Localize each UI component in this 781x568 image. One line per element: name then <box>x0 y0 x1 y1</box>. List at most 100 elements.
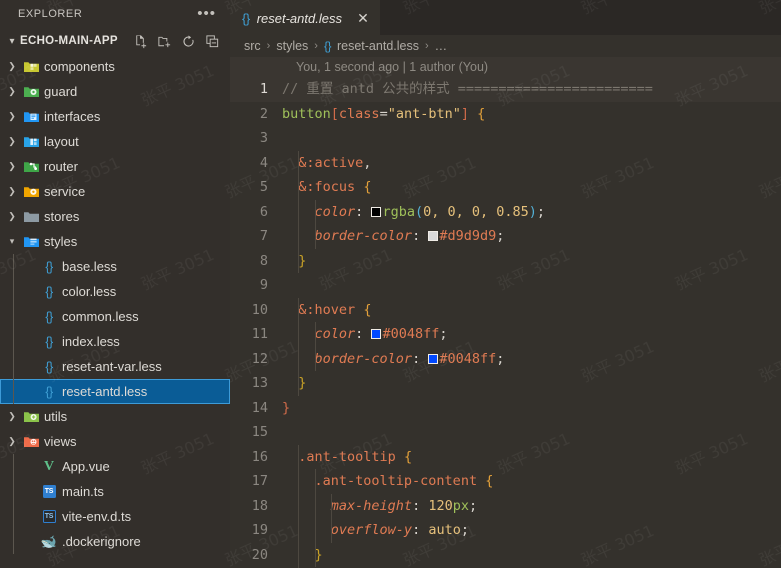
file-tree[interactable]: ❯ components ❯ guard ❯ interfaces ❯ layout ❯ rout… <box>0 54 230 568</box>
refresh-icon[interactable] <box>181 34 196 49</box>
tree-item-common-less[interactable]: {} common.less <box>0 304 230 329</box>
tree-item-reset-antd-less[interactable]: {} reset-antd.less <box>0 379 230 404</box>
tree-item-app-vue[interactable]: V App.vue <box>0 454 230 479</box>
code-line-11[interactable]: 11 color: #0048ff; <box>230 322 781 347</box>
code-line-16[interactable]: 16 .ant-tooltip { <box>230 444 781 469</box>
tree-item-base-less[interactable]: {} base.less <box>0 254 230 279</box>
indent-guide <box>314 346 316 371</box>
editor-tabbar: {} reset-antd.less ✕ <box>230 0 781 35</box>
tab-reset-antd-less[interactable]: {} reset-antd.less ✕ <box>230 0 380 35</box>
chevron-right-icon[interactable]: ❯ <box>4 86 20 97</box>
code-line-text: border-color: #d9d9d9; <box>282 224 781 249</box>
code-line-4[interactable]: 4 &:active, <box>230 150 781 175</box>
chevron-right-icon[interactable]: ❯ <box>4 136 20 147</box>
tab-label: reset-antd.less <box>256 10 342 26</box>
code-line-8[interactable]: 8 } <box>230 248 781 273</box>
tree-item-utils[interactable]: ❯ utils <box>0 404 230 429</box>
tree-item-label: vite-env.d.ts <box>62 509 132 524</box>
indent-guide <box>330 518 332 543</box>
code-line-text: color: rgba(0, 0, 0, 0.85); <box>282 199 781 224</box>
breadcrumb-item-symbols[interactable]: … <box>435 39 448 53</box>
less-file-icon: {} <box>323 39 332 53</box>
code-line-7[interactable]: 7 border-color: #d9d9d9; <box>230 224 781 249</box>
tree-item-reset-ant-var-less[interactable]: {} reset-ant-var.less <box>0 354 230 379</box>
chevron-right-icon[interactable]: ❯ <box>4 211 20 222</box>
line-number: 18 <box>251 497 268 514</box>
breadcrumb-item-styles[interactable]: styles <box>276 39 308 53</box>
tree-item-stores[interactable]: ❯ stores <box>0 204 230 229</box>
folder-interfaces-icon <box>20 110 42 124</box>
tree-item-label: components <box>44 59 115 74</box>
docker-file-icon: 🐋 <box>40 533 58 549</box>
tree-item-views[interactable]: ❯ views <box>0 429 230 454</box>
code-line-text: color: #0048ff; <box>282 322 781 347</box>
new-file-icon[interactable] <box>133 34 148 49</box>
code-line-9[interactable]: 9 <box>230 273 781 298</box>
line-number: 15 <box>251 424 268 441</box>
line-number: 1 <box>259 81 268 98</box>
code-line-13[interactable]: 13 } <box>230 371 781 396</box>
tree-item-guard[interactable]: ❯ guard <box>0 79 230 104</box>
tree-item-router[interactable]: ❯ router <box>0 154 230 179</box>
tree-item-index-less[interactable]: {} index.less <box>0 329 230 354</box>
tree-item-service[interactable]: ❯ service <box>0 179 230 204</box>
color-swatch <box>428 231 439 241</box>
less-file-icon: {} <box>45 309 53 324</box>
code-line-19[interactable]: 19 overflow-y: auto; <box>230 518 781 543</box>
chevron-right-icon[interactable]: ❯ <box>4 61 20 72</box>
indent-guide <box>314 493 316 518</box>
tree-indent-guide <box>13 254 14 279</box>
chevron-right-icon[interactable]: ❯ <box>4 411 20 422</box>
tree-indent-guide <box>13 379 14 404</box>
breadcrumb-item-file[interactable]: reset-antd.less <box>337 39 419 53</box>
chevron-right-icon[interactable]: ❯ <box>4 161 20 172</box>
chevron-right-icon[interactable]: ❯ <box>4 436 20 447</box>
chevron-right-icon[interactable]: ❯ <box>4 111 20 122</box>
less-file-icon: {} <box>45 334 53 349</box>
tree-indent-guide <box>13 454 14 479</box>
code-line-1[interactable]: 1 // 重置 antd 公共的样式 ======================… <box>230 77 781 102</box>
new-folder-icon[interactable] <box>157 34 172 49</box>
code-line-6[interactable]: 6 color: rgba(0, 0, 0, 0.85); <box>230 199 781 224</box>
code-line-3[interactable]: 3 <box>230 126 781 151</box>
code-line-14[interactable]: 14} <box>230 396 781 421</box>
code-line-18[interactable]: 18 max-height: 120px; <box>230 493 781 518</box>
project-root-row[interactable]: ▾ ECHO-MAIN-APP <box>0 28 230 54</box>
folder-views-icon <box>20 435 42 449</box>
code-line-12[interactable]: 12 border-color: #0048ff; <box>230 346 781 371</box>
code-line-20[interactable]: 20 } <box>230 542 781 567</box>
tree-item-label: common.less <box>62 309 139 324</box>
tree-item--dockerignore[interactable]: 🐋 .dockerignore <box>0 529 230 554</box>
code-line-15[interactable]: 15 <box>230 420 781 445</box>
code-area[interactable]: You, 1 second ago | 1 author (You) 1 // 重… <box>230 57 781 568</box>
code-line-2[interactable]: 2 button[class="ant-btn"] { <box>230 102 781 127</box>
chevron-right-icon[interactable]: ❯ <box>4 186 20 197</box>
tree-item-label: router <box>44 159 78 174</box>
line-number: 16 <box>251 448 268 465</box>
chevron-down-icon[interactable]: ▾ <box>4 236 20 247</box>
collapse-all-icon[interactable] <box>205 34 220 49</box>
code-line-17[interactable]: 17 .ant-tooltip-content { <box>230 469 781 494</box>
code-line-10[interactable]: 10 &:hover { <box>230 297 781 322</box>
tree-item-styles[interactable]: ▾ styles <box>0 229 230 254</box>
tree-item-layout[interactable]: ❯ layout <box>0 129 230 154</box>
code-line-text: } <box>282 248 781 273</box>
tree-item-components[interactable]: ❯ components <box>0 54 230 79</box>
less-file-icon: {} <box>45 359 53 374</box>
tree-item-vite-env-d-ts[interactable]: TS vite-env.d.ts <box>0 504 230 529</box>
color-swatch <box>371 206 382 217</box>
chevron-down-icon: ▾ <box>9 35 15 47</box>
code-line-5[interactable]: 5 &:focus { <box>230 175 781 200</box>
tree-item-interfaces[interactable]: ❯ interfaces <box>0 104 230 129</box>
line-number: 11 <box>251 326 268 343</box>
code-line-text: button[class="ant-btn"] { <box>282 105 486 122</box>
code-lines[interactable]: 1 // 重置 antd 公共的样式 ======================… <box>230 77 781 568</box>
breadcrumb-item-src[interactable]: src <box>244 39 261 53</box>
more-actions-icon[interactable]: ••• <box>197 6 222 21</box>
code-line-text: .ant-tooltip-content { <box>282 469 781 494</box>
tree-item-main-ts[interactable]: TS main.ts <box>0 479 230 504</box>
tree-item-color-less[interactable]: {} color.less <box>0 279 230 304</box>
close-icon[interactable]: ✕ <box>355 11 371 25</box>
indent-guide <box>298 346 300 371</box>
code-line-text: } <box>282 371 781 396</box>
